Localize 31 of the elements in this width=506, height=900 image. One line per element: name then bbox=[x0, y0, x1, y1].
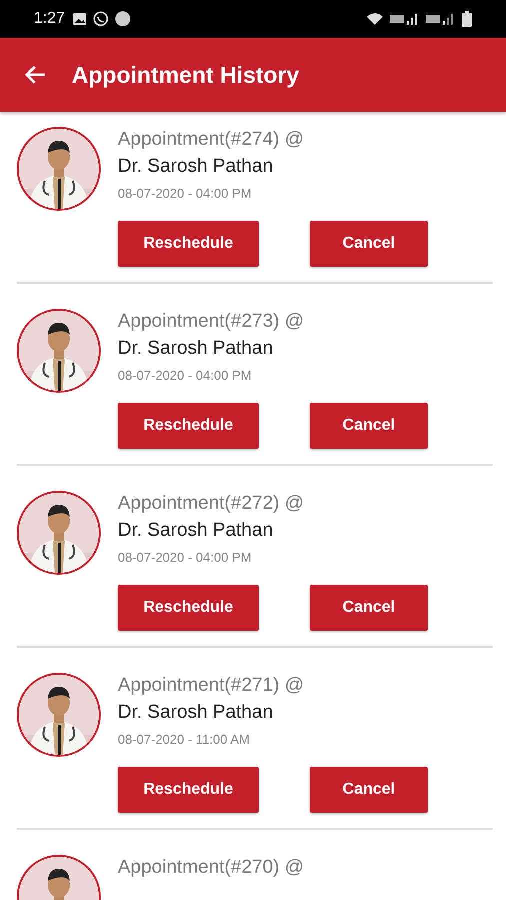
reschedule-button[interactable]: Reschedule bbox=[118, 585, 259, 631]
reschedule-button[interactable]: Reschedule bbox=[118, 403, 259, 449]
doctor-name: Dr. Sarosh Pathan bbox=[118, 155, 274, 179]
cancel-button[interactable]: Cancel bbox=[310, 403, 428, 449]
doctor-name: Dr. Sarosh Pathan bbox=[118, 337, 274, 361]
appointment-title: Appointment(#274) @ bbox=[118, 128, 306, 152]
appointment-title: Appointment(#271) @ bbox=[118, 674, 306, 698]
doctor-name: Dr. Sarosh Pathan bbox=[118, 519, 274, 543]
chat-icon bbox=[93, 11, 110, 27]
cancel-button[interactable]: Cancel bbox=[310, 221, 428, 267]
appointment-datetime: 08-07-2020 - 04:00 PM bbox=[118, 367, 253, 385]
status-time: 1:27 bbox=[34, 10, 66, 28]
cancel-button[interactable]: Cancel bbox=[310, 767, 428, 813]
back-arrow-icon[interactable] bbox=[24, 65, 46, 85]
cancel-button[interactable]: Cancel bbox=[310, 585, 428, 631]
wifi-icon bbox=[366, 12, 384, 26]
appointment-title: Appointment(#273) @ bbox=[118, 310, 306, 334]
screen-title: Appointment History bbox=[72, 62, 300, 88]
appointment-title: Appointment(#270) @ bbox=[118, 856, 304, 880]
signal-icon bbox=[390, 12, 420, 26]
reschedule-button[interactable]: Reschedule bbox=[118, 767, 259, 813]
appointment-datetime: 08-07-2020 - 04:00 PM bbox=[118, 185, 253, 203]
appointment-title: Appointment(#272) @ bbox=[118, 492, 306, 516]
battery-icon bbox=[462, 11, 472, 27]
appointment-datetime: 08-07-2020 - 04:00 PM bbox=[118, 549, 253, 567]
image-icon bbox=[73, 12, 88, 26]
signal-icon bbox=[426, 12, 456, 26]
message-icon bbox=[115, 11, 132, 27]
appointment-datetime: 08-07-2020 - 11:00 AM bbox=[118, 731, 252, 749]
doctor-name: Dr. Sarosh Pathan bbox=[118, 701, 274, 725]
reschedule-button[interactable]: Reschedule bbox=[118, 221, 259, 267]
